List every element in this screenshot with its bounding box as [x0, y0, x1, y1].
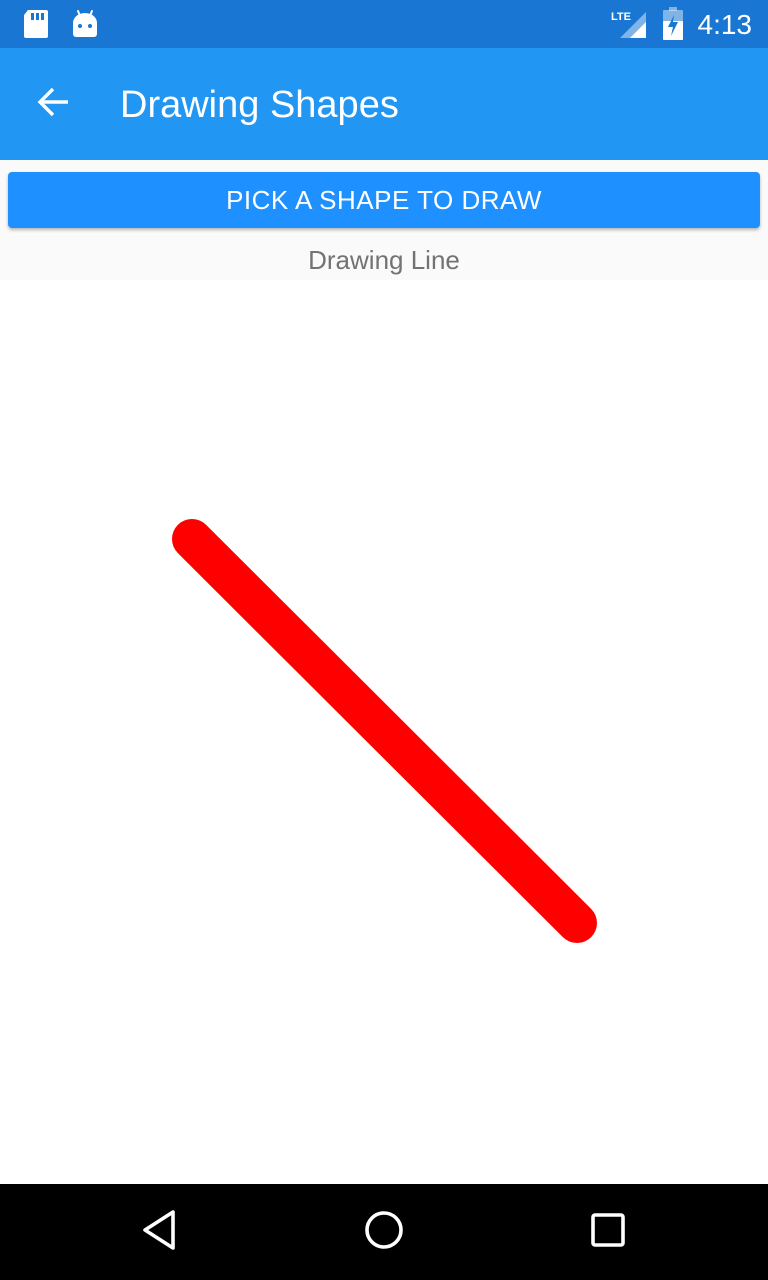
back-triangle-icon — [140, 1208, 180, 1257]
app-bar: Drawing Shapes — [0, 48, 768, 160]
controls-section: PICK A SHAPE TO DRAW Drawing Line — [0, 160, 768, 280]
nav-recents-button[interactable] — [576, 1200, 640, 1264]
status-time: 4:13 — [697, 9, 753, 40]
status-bar: LTE 4:13 — [0, 0, 768, 48]
pick-shape-button[interactable]: PICK A SHAPE TO DRAW — [8, 172, 760, 228]
canvas-svg — [172, 519, 597, 943]
nav-back-button[interactable] — [128, 1200, 192, 1264]
sd-card-icon — [22, 0, 50, 48]
android-icon — [70, 0, 100, 48]
navigation-bar — [0, 1184, 768, 1280]
nav-home-button[interactable] — [352, 1200, 416, 1264]
drawn-line — [172, 519, 597, 943]
home-circle-icon — [362, 1208, 406, 1257]
lte-signal-icon: LTE — [610, 0, 650, 48]
drawing-status-label: Drawing Line — [308, 245, 460, 275]
battery-charging-icon — [660, 0, 686, 48]
lte-label: LTE — [611, 11, 631, 23]
page-title: Drawing Shapes — [120, 84, 399, 126]
back-button[interactable] — [22, 76, 86, 132]
recents-square-icon — [588, 1210, 628, 1255]
arrow-back-icon — [36, 84, 72, 125]
drawing-canvas[interactable] — [0, 280, 768, 1184]
